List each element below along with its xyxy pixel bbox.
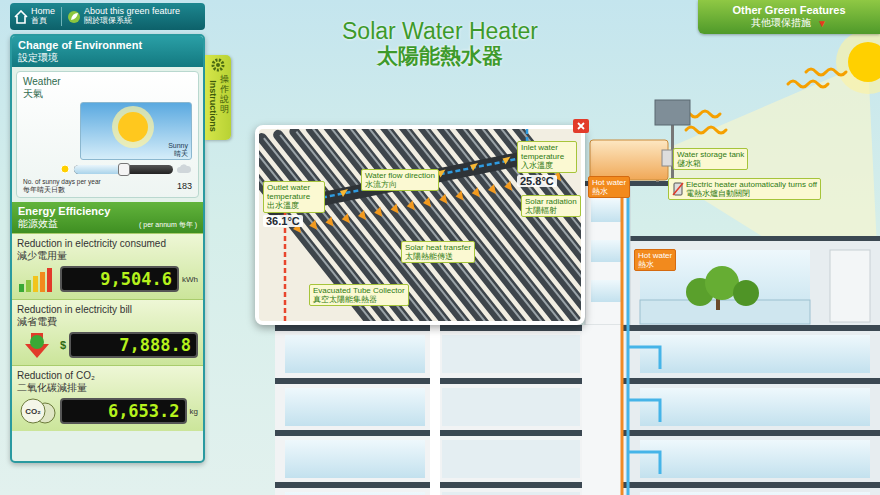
sun-icon bbox=[848, 42, 880, 82]
building-label: Hot water 熱水 bbox=[588, 176, 630, 198]
nav-bar: Home 首頁 About this green feature 關於環保系統 bbox=[10, 3, 205, 30]
slider-knob[interactable] bbox=[118, 163, 130, 176]
mini-collector bbox=[655, 100, 690, 125]
collector-label: Water flow direction 水流方向 bbox=[361, 169, 439, 191]
building-label: Electric heater automatically turns off … bbox=[668, 178, 821, 200]
co2-badge-icon: CO₂ bbox=[17, 396, 57, 426]
money-icon bbox=[17, 330, 57, 360]
svg-text:CO₂: CO₂ bbox=[25, 407, 41, 416]
nav-item[interactable]: Home 首頁 bbox=[14, 7, 55, 26]
collector-label: Inlet water temperature 入水溫度 25.8°C bbox=[517, 141, 577, 187]
metric-display: 6,653.2 bbox=[60, 398, 187, 424]
metric-display: 7,888.8 bbox=[69, 332, 198, 358]
metric-row: Reduction in electricity bill 減省電費 $ 7,8… bbox=[12, 299, 203, 365]
gear-icon bbox=[211, 58, 225, 72]
weather-condition: Sunny 晴天 bbox=[168, 142, 188, 157]
close-icon[interactable] bbox=[573, 119, 589, 133]
collector-label: Solar radiation 太陽輻射 bbox=[521, 195, 581, 217]
collector-label: Evacuated Tube Collector 真空太陽能集熱器 bbox=[309, 284, 409, 306]
nav-item[interactable]: About this green feature 關於環保系統 bbox=[61, 7, 180, 26]
metric-row: Reduction in electricity consumed 減少電用量 … bbox=[12, 233, 203, 299]
weather-label: Weather 天氣 bbox=[23, 76, 192, 99]
collector-popup: Outlet water temperature 出水溫度 36.1°C Wate… bbox=[255, 125, 585, 325]
water-tank bbox=[590, 140, 668, 180]
dropdown-arrow-icon: ▼ bbox=[817, 18, 827, 29]
page-title: Solar Water Heater 太陽能熱水器 bbox=[300, 18, 580, 69]
efficiency-header: Energy Efficiency 能源效益 ( per annum 每年 ) bbox=[12, 202, 203, 233]
left-column: Home 首頁 About this green feature 關於環保系統 … bbox=[10, 0, 205, 495]
slider-track[interactable] bbox=[74, 165, 173, 174]
building-label: Hot water 熱水 bbox=[634, 249, 676, 271]
environment-header: Change of Environment 設定環境 bbox=[12, 36, 203, 67]
metric-row: Reduction of CO₂ 二氧化碳減排量 CO₂ 6,653.2 kg bbox=[12, 365, 203, 431]
other-features-button[interactable]: Other Green Features 其他環保措施 ▼ bbox=[698, 0, 880, 34]
leaf-icon bbox=[67, 10, 81, 24]
heat-wave-icon bbox=[680, 69, 846, 133]
slider-footer: No. of sunny days per year 每年晴天日數 183 bbox=[23, 178, 192, 193]
control-panel: Change of Environment 設定環境 Weather 天氣 Su… bbox=[10, 34, 205, 463]
pipes bbox=[622, 186, 660, 495]
weather-card: Weather 天氣 Sunny 晴天 No. of sunny days pe… bbox=[16, 71, 199, 198]
collector-label: Solar heat transfer 太陽熱能傳送 bbox=[401, 241, 475, 263]
cloud-icon bbox=[176, 163, 192, 175]
instructions-tab[interactable]: Instructions 操作說明 bbox=[205, 55, 231, 140]
sun-icon bbox=[59, 163, 71, 175]
temperature-reading: 36.1°C bbox=[263, 215, 303, 227]
weather-picture: Sunny 晴天 bbox=[80, 102, 192, 160]
energy-bars-icon bbox=[17, 264, 57, 294]
heater-off-icon bbox=[672, 182, 684, 196]
house-icon bbox=[14, 10, 28, 24]
metric-display: 9,504.6 bbox=[60, 266, 179, 292]
collector-label: Outlet water temperature 出水溫度 36.1°C bbox=[263, 181, 325, 227]
temperature-reading: 25.8°C bbox=[517, 175, 557, 187]
slider-fill bbox=[74, 165, 124, 174]
solar-water-heater-page: Home 首頁 About this green feature 關於環保系統 … bbox=[0, 0, 880, 495]
sunny-days-slider[interactable] bbox=[23, 163, 192, 175]
sunny-days-value: 183 bbox=[177, 181, 192, 191]
building-label: Water storage tank 儲水箱 bbox=[673, 148, 748, 170]
